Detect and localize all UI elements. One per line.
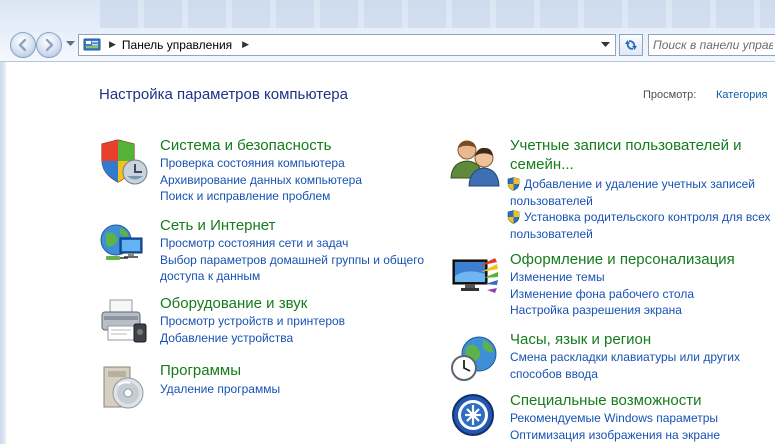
link-homegroup-options[interactable]: Выбор параметров домашней группы и общег… <box>160 252 424 269</box>
address-toolbar: ▶ Панель управления ▶ <box>0 0 775 62</box>
back-arrow-icon <box>18 38 27 52</box>
category-programs: Программы Удаление программы <box>98 361 438 417</box>
view-by-dropdown[interactable]: Категория <box>716 89 767 101</box>
link-parental-controls-text[interactable]: Установка родительского контроля для все… <box>524 210 771 224</box>
link-add-remove-accounts-cont[interactable]: пользователей <box>507 193 771 210</box>
address-bar[interactable]: ▶ Панель управления ▶ <box>78 34 616 56</box>
link-add-device[interactable]: Добавление устройства <box>160 330 345 347</box>
user-accounts-links: Добавление и удаление учетных записей по… <box>507 176 771 242</box>
user-accounts-title[interactable]: Учетные записи пользователей и <box>510 136 742 155</box>
forward-button[interactable] <box>36 32 62 58</box>
category-clock-language-region: Часы, язык и регион Смена раскладки клав… <box>449 330 775 386</box>
programs-disc-icon <box>103 366 144 409</box>
clock-globe-icon <box>451 336 497 381</box>
address-dropdown-button[interactable] <box>599 39 611 51</box>
category-system-security: Система и безопасность Проверка состояни… <box>98 136 438 206</box>
hardware-sound-title[interactable]: Оборудование и звук <box>160 294 307 313</box>
network-globe-icon <box>100 224 143 260</box>
category-appearance: Оформление и персонализация Изменение те… <box>449 250 775 320</box>
appearance-links: Изменение темы Изменение фона рабочего с… <box>510 269 694 319</box>
appearance-monitor-icon <box>452 258 498 293</box>
breadcrumb-separator[interactable]: ▶ <box>242 40 249 50</box>
link-change-theme[interactable]: Изменение темы <box>510 269 694 286</box>
chevron-down-icon <box>65 41 75 46</box>
appearance-title[interactable]: Оформление и персонализация <box>510 250 735 269</box>
link-parental-controls[interactable]: Установка родительского контроля для все… <box>507 209 771 226</box>
category-network-internet: Сеть и Интернет Просмотр состояния сети … <box>98 216 438 286</box>
clock-language-title[interactable]: Часы, язык и регион <box>510 330 651 349</box>
programs-title[interactable]: Программы <box>160 361 241 380</box>
link-backup-computer[interactable]: Архивирование данных компьютера <box>160 172 362 189</box>
link-change-background[interactable]: Изменение фона рабочего стола <box>510 286 694 303</box>
background-window-text <box>100 0 775 28</box>
ease-of-access-links: Рекомендуемые Windows параметры Оптимиза… <box>510 410 720 443</box>
clock-language-links: Смена раскладки клавиатуры или других сп… <box>510 349 740 382</box>
system-security-links: Проверка состояния компьютера Архивирова… <box>160 155 362 205</box>
network-internet-links: Просмотр состояния сети и задач Выбор па… <box>160 235 424 285</box>
network-internet-title[interactable]: Сеть и Интернет <box>160 216 276 235</box>
breadcrumb-separator[interactable]: ▶ <box>109 40 116 50</box>
category-user-accounts: Учетные записи пользователей и семейн...… <box>449 136 775 242</box>
link-check-computer-status[interactable]: Проверка состояния компьютера <box>160 155 362 172</box>
link-add-remove-accounts-text[interactable]: Добавление и удаление учетных записей <box>524 177 755 191</box>
user-accounts-title-cont[interactable]: семейн... <box>510 155 574 174</box>
refresh-icon <box>625 40 637 50</box>
refresh-button[interactable] <box>619 34 643 56</box>
category-hardware-sound: Оборудование и звук Просмотр устройств и… <box>98 294 438 354</box>
control-panel-icon <box>83 38 101 51</box>
category-ease-of-access: Специальные возможности Рекомендуемые Wi… <box>449 391 775 444</box>
ease-of-access-icon <box>452 394 494 436</box>
link-devices-printers[interactable]: Просмотр устройств и принтеров <box>160 313 345 330</box>
link-screen-resolution[interactable]: Настройка разрешения экрана <box>510 302 694 319</box>
link-optimize-display[interactable]: Оптимизация изображения на экране <box>510 427 720 444</box>
link-add-remove-accounts-text-cont[interactable]: пользователей <box>510 194 593 208</box>
page-title: Настройка параметров компьютера <box>99 86 348 103</box>
security-shield-icon <box>101 139 148 185</box>
uac-shield-icon <box>507 177 520 191</box>
forward-arrow-icon <box>45 38 54 52</box>
link-change-keyboard-cont[interactable]: способов ввода <box>510 366 740 383</box>
link-add-remove-accounts[interactable]: Добавление и удаление учетных записей <box>507 176 771 193</box>
link-recommended-settings[interactable]: Рекомендуемые Windows параметры <box>510 410 720 427</box>
view-by-label: Просмотр: <box>643 89 697 101</box>
link-uninstall-program[interactable]: Удаление программы <box>160 381 280 398</box>
link-troubleshoot[interactable]: Поиск и исправление проблем <box>160 188 362 205</box>
chevron-down-icon <box>600 42 610 47</box>
window-left-border <box>0 62 6 444</box>
hardware-sound-links: Просмотр устройств и принтеров Добавлени… <box>160 313 345 346</box>
link-parental-controls-cont[interactable]: пользователей <box>507 226 771 243</box>
breadcrumb-control-panel[interactable]: Панель управления <box>122 38 232 52</box>
search-input[interactable] <box>653 38 773 52</box>
uac-shield-icon <box>507 210 520 224</box>
link-parental-controls-text-cont[interactable]: пользователей <box>510 227 593 241</box>
search-box[interactable] <box>648 34 775 56</box>
link-homegroup-options-cont[interactable]: доступа к данным <box>160 268 424 285</box>
users-icon <box>450 140 500 187</box>
back-button[interactable] <box>10 32 36 58</box>
ease-of-access-title[interactable]: Специальные возможности <box>510 391 702 410</box>
printer-icon <box>101 299 147 343</box>
recent-pages-button[interactable] <box>64 38 76 50</box>
link-view-network-status[interactable]: Просмотр состояния сети и задач <box>160 235 424 252</box>
system-security-title[interactable]: Система и безопасность <box>160 136 331 155</box>
link-change-keyboard[interactable]: Смена раскладки клавиатуры или других <box>510 349 740 366</box>
programs-links: Удаление программы <box>160 381 280 398</box>
